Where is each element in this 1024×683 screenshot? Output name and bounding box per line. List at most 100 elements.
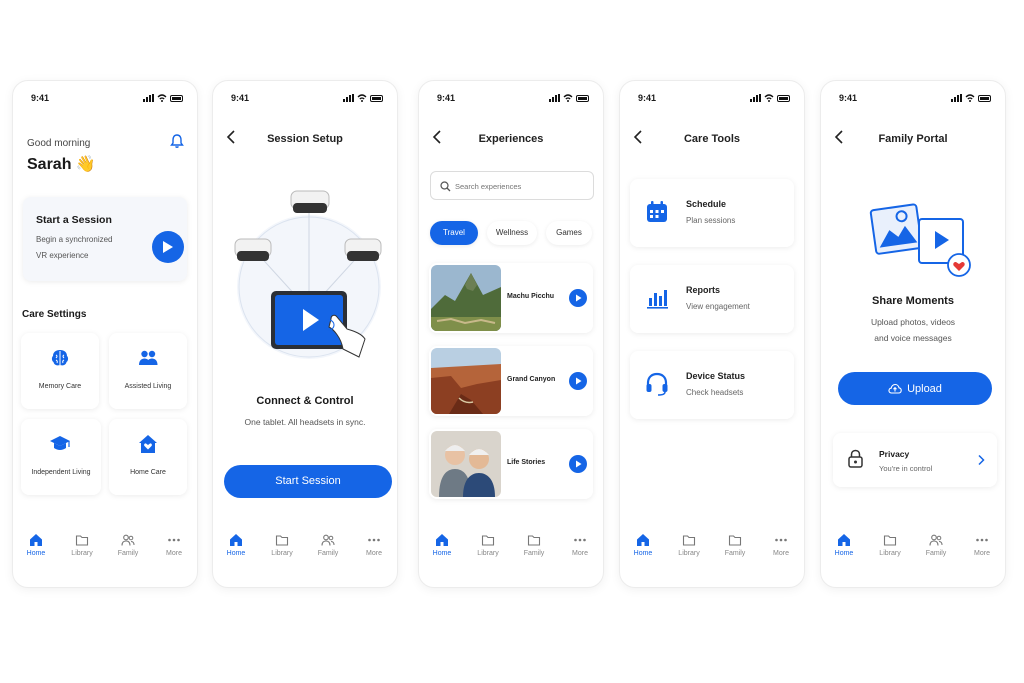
chevron-right-icon [978, 454, 985, 466]
tab-library[interactable]: Library [669, 533, 709, 557]
tab-label: Library [879, 550, 901, 557]
chip-games[interactable]: Games [546, 221, 592, 245]
play-button[interactable] [569, 289, 587, 307]
home-icon [436, 534, 448, 546]
tab-home[interactable]: Home [623, 533, 663, 557]
search-input[interactable] [455, 178, 585, 194]
tab-more[interactable]: More [154, 533, 194, 557]
tab-family[interactable]: Family [308, 533, 348, 557]
tab-family[interactable]: Family [715, 533, 755, 557]
tile-label: Assisted Living [124, 383, 172, 390]
tile-assisted-living[interactable]: Assisted Living [109, 333, 187, 409]
phone-experiences: 9:41 Experiences Travel Wellness Games M… [418, 80, 604, 588]
start-session-card[interactable]: Start a Session Begin a synchronized VR … [23, 197, 187, 281]
folder-icon [883, 535, 897, 546]
tile-independent-living[interactable]: Independent Living [21, 419, 101, 495]
status-time: 9:41 [839, 93, 858, 103]
play-button[interactable] [152, 231, 184, 263]
more-icon [574, 538, 586, 542]
tab-more[interactable]: More [560, 533, 600, 557]
experience-card-life-stories[interactable]: Life Stories [429, 429, 593, 499]
experience-card-machu-picchu[interactable]: Machu Picchu [429, 263, 593, 333]
share-line1: Upload photos, videos [870, 317, 956, 327]
tool-title: Reports [686, 285, 721, 295]
tab-label: Library [71, 550, 93, 557]
machu-picchu-image [431, 265, 501, 331]
tool-device-status[interactable]: Device Status Check headsets [630, 351, 794, 419]
tab-label: More [166, 550, 182, 557]
experience-card-grand-canyon[interactable]: Grand Canyon [429, 346, 593, 416]
tool-reports[interactable]: Reports View engagement [630, 265, 794, 333]
tab-family[interactable]: Family [514, 533, 554, 557]
vr-headset-icon [234, 238, 272, 261]
status-bar: 9:41 [821, 93, 1005, 105]
search-field[interactable] [430, 171, 594, 200]
tile-memory-care[interactable]: Memory Care [21, 333, 99, 409]
tab-bar: Home Library Family More [620, 533, 804, 573]
home-icon [230, 534, 242, 546]
headset-icon [646, 372, 668, 396]
tab-library[interactable]: Library [468, 533, 508, 557]
tool-schedule[interactable]: Schedule Plan sessions [630, 179, 794, 247]
tab-label: Family [117, 550, 139, 557]
play-button[interactable] [569, 372, 587, 390]
tool-subtitle: View engagement [686, 302, 750, 311]
session-card-line1: Begin a synchronized [36, 235, 113, 244]
experience-title: Life Stories [507, 459, 546, 466]
tab-home[interactable]: Home [422, 533, 462, 557]
screen-title: Experiences [478, 133, 544, 145]
upload-button[interactable]: Upload [838, 372, 992, 405]
status-time: 9:41 [231, 93, 250, 103]
folder-icon [527, 535, 541, 546]
battery-icon [170, 94, 183, 102]
experience-title: Machu Picchu [507, 293, 555, 300]
battery-icon [978, 94, 991, 102]
tab-home[interactable]: Home [16, 533, 56, 557]
tab-label: Home [226, 550, 246, 557]
tab-label: Family [523, 550, 545, 557]
chip-wellness[interactable]: Wellness [487, 221, 537, 245]
tab-more[interactable]: More [761, 533, 801, 557]
chip-travel[interactable]: Travel [430, 221, 478, 245]
bell-icon[interactable] [169, 133, 185, 149]
privacy-row[interactable]: Privacy You're in control [833, 433, 997, 487]
tab-library[interactable]: Library [870, 533, 910, 557]
status-bar: 9:41 [13, 93, 197, 105]
vr-headset-icon [290, 190, 330, 213]
tab-library[interactable]: Library [62, 533, 102, 557]
connect-heading: Connect & Control [256, 395, 354, 407]
tab-label: More [572, 550, 588, 557]
tab-more[interactable]: More [962, 533, 1002, 557]
tab-bar: Home Library Family More [213, 533, 397, 573]
tab-label: Home [834, 550, 854, 557]
tab-home[interactable]: Home [824, 533, 864, 557]
family-icon [121, 534, 135, 546]
signal-icon [750, 94, 761, 102]
tab-label: Home [432, 550, 452, 557]
tab-family[interactable]: Family [916, 533, 956, 557]
phone-family-portal: 9:41 Family Portal Share Moments Upload … [820, 80, 1006, 588]
play-button[interactable] [569, 455, 587, 473]
photo-icon [869, 203, 923, 255]
tab-library[interactable]: Library [262, 533, 302, 557]
tab-label: Family [317, 550, 339, 557]
mockup-stage: 9:41 Good morning Sarah 👋 Start a Sessio… [0, 0, 1024, 683]
status-bar: 9:41 [213, 93, 397, 105]
play-icon [575, 294, 581, 302]
experience-title: Grand Canyon [507, 376, 556, 383]
start-session-button[interactable]: Start Session [224, 465, 392, 498]
tab-more[interactable]: More [354, 533, 394, 557]
cloud-upload-icon [888, 383, 902, 394]
status-time: 9:41 [31, 93, 50, 103]
home-icon [838, 534, 850, 546]
greeting-text: Good morning [27, 138, 91, 149]
tab-family[interactable]: Family [108, 533, 148, 557]
wifi-icon [357, 94, 367, 102]
phone-home: 9:41 Good morning Sarah 👋 Start a Sessio… [12, 80, 198, 588]
screen-title: Family Portal [878, 133, 948, 145]
tile-home-care[interactable]: Home Care [109, 419, 187, 495]
battery-icon [370, 94, 383, 102]
more-icon [168, 538, 180, 542]
home-heart-icon [139, 435, 157, 453]
tab-home[interactable]: Home [216, 533, 256, 557]
